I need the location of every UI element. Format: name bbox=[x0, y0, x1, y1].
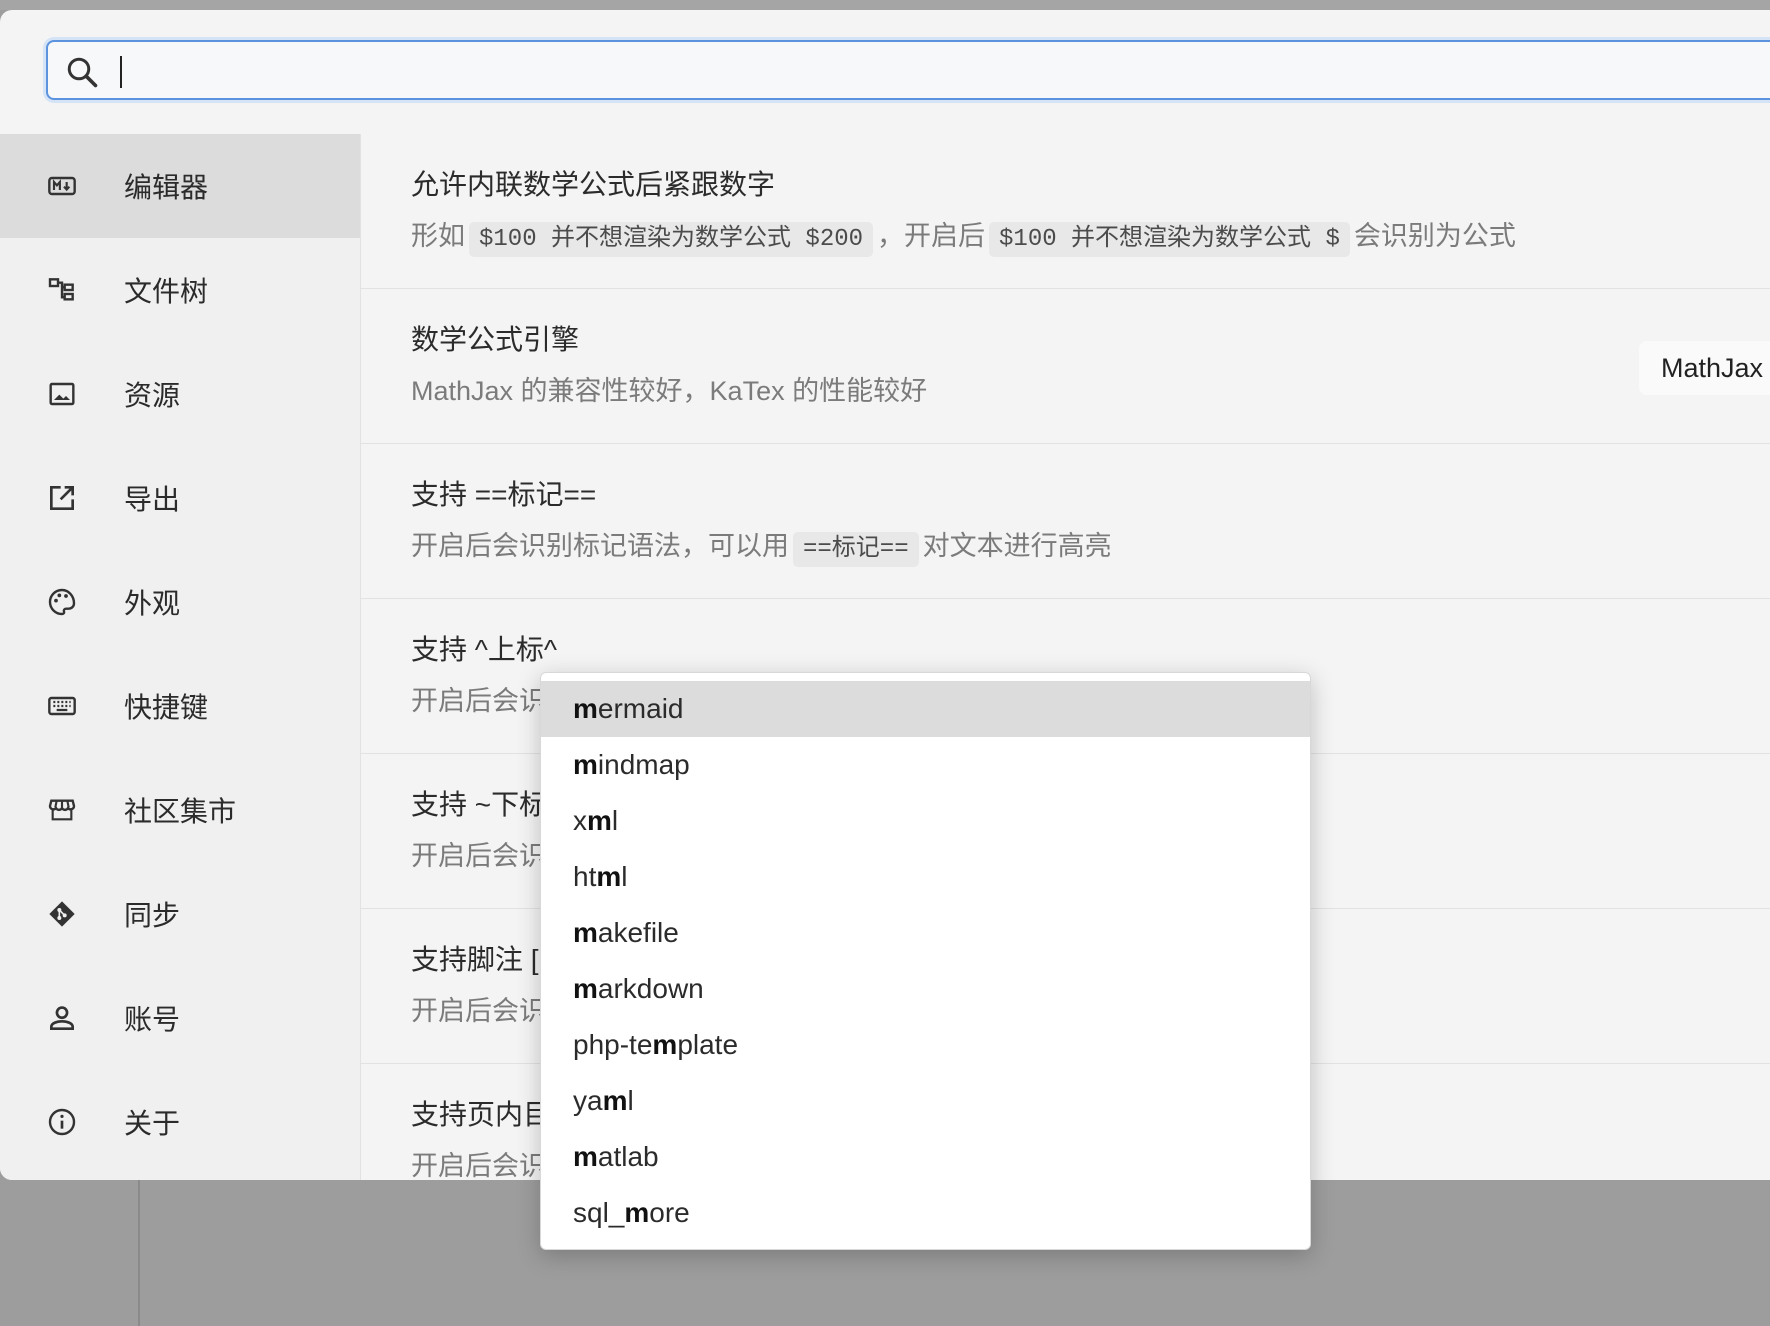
item-match: m bbox=[573, 1141, 598, 1172]
item-text: plate bbox=[677, 1029, 739, 1060]
search-input[interactable] bbox=[116, 50, 1720, 92]
sidebar-item-appearance[interactable]: 外观 bbox=[0, 550, 360, 654]
item-text: ore bbox=[649, 1197, 690, 1228]
desc-text: 会识别为公式 bbox=[1353, 221, 1516, 251]
image-icon bbox=[44, 376, 80, 412]
setting-mark: 支持 ==标记== 开启后会识别标记语法，可以用 ==标记== 对文本进行高亮 bbox=[361, 444, 1770, 599]
sidebar-item-label: 文件树 bbox=[124, 276, 209, 307]
setting-title: 允许内联数学公式后紧跟数字 bbox=[411, 169, 776, 200]
search-box[interactable] bbox=[46, 40, 1770, 100]
sidebar-item-label: 账号 bbox=[124, 1004, 181, 1035]
item-match: m bbox=[596, 861, 622, 892]
store-icon bbox=[44, 792, 80, 828]
sidebar-item-label: 导出 bbox=[124, 484, 181, 515]
setting-description: 形如 $100 并不想渲染为数学公式 $200 ，开启后 $100 并不想渲染为数学公… bbox=[411, 216, 1770, 260]
item-match: m bbox=[652, 1029, 678, 1060]
menu-item[interactable]: html bbox=[541, 849, 1310, 905]
item-match: m bbox=[573, 749, 598, 780]
item-text: akefile bbox=[597, 917, 679, 948]
item-text: l bbox=[627, 1085, 634, 1116]
sidebar: 编辑器 文件树 资源 导出 外观 快捷键 社区集市 同步 账号 关于 bbox=[0, 134, 361, 1180]
code-sample: $100 并不想渲染为数学公式 $ bbox=[989, 222, 1350, 257]
desc-text: ，开启后 bbox=[877, 221, 986, 251]
palette-icon bbox=[44, 584, 80, 620]
setting-inline-math: 允许内联数学公式后紧跟数字 形如 $100 并不想渲染为数学公式 $200 ，开启后… bbox=[361, 134, 1770, 289]
item-text: php-te bbox=[573, 1029, 653, 1060]
text-caret bbox=[120, 56, 122, 88]
item-match: m bbox=[624, 1197, 650, 1228]
sidebar-item-label: 资源 bbox=[124, 380, 181, 411]
item-text: sql_ bbox=[573, 1197, 625, 1228]
sidebar-item-label: 社区集市 bbox=[124, 796, 237, 827]
item-match: m bbox=[587, 805, 612, 836]
menu-item[interactable]: sql_more bbox=[541, 1185, 1310, 1241]
info-icon bbox=[44, 1104, 80, 1140]
setting-math-engine: 数学公式引擎 MathJax 的兼容性较好，KaTex 的性能较好 MathJa… bbox=[361, 289, 1770, 444]
setting-description: 开启后会识别标记语法，可以用 ==标记== 对文本进行高亮 bbox=[411, 526, 1770, 570]
sidebar-item-about[interactable]: 关于 bbox=[0, 1070, 360, 1174]
export-icon bbox=[44, 480, 80, 516]
setting-title: 支持 ==标记== bbox=[411, 479, 597, 510]
markdown-icon bbox=[44, 168, 80, 204]
item-text: arkdown bbox=[597, 973, 704, 1004]
sidebar-item-label: 外观 bbox=[124, 588, 181, 619]
menu-item[interactable]: matlab bbox=[541, 1129, 1310, 1185]
math-engine-select[interactable]: MathJax bbox=[1639, 341, 1770, 395]
setting-description: MathJax 的兼容性较好，KaTex 的性能较好 bbox=[411, 376, 928, 406]
menu-item[interactable]: xml bbox=[541, 793, 1310, 849]
sidebar-item-assets[interactable]: 资源 bbox=[0, 342, 360, 446]
sidebar-item-marketplace[interactable]: 社区集市 bbox=[0, 758, 360, 862]
menu-item[interactable]: makefile bbox=[541, 905, 1310, 961]
file-tree-icon bbox=[44, 272, 80, 308]
language-autocomplete-menu: mermaid mindmap xml html makefile markdo… bbox=[540, 672, 1311, 1250]
sidebar-item-editor[interactable]: 编辑器 bbox=[0, 134, 360, 238]
keyboard-icon bbox=[44, 688, 80, 724]
menu-item[interactable]: php-template bbox=[541, 1017, 1310, 1073]
item-match: m bbox=[602, 1085, 628, 1116]
sidebar-item-label: 快捷键 bbox=[124, 692, 209, 723]
item-text: x bbox=[573, 805, 587, 836]
setting-title: 支持 ^上标^ bbox=[411, 634, 558, 665]
sidebar-item-export[interactable]: 导出 bbox=[0, 446, 360, 550]
item-text: ht bbox=[573, 861, 597, 892]
item-text: l bbox=[611, 805, 619, 836]
sidebar-item-shortcuts[interactable]: 快捷键 bbox=[0, 654, 360, 758]
code-sample: ==标记== bbox=[793, 532, 919, 567]
menu-item[interactable]: mermaid bbox=[541, 681, 1310, 737]
git-icon bbox=[44, 896, 80, 932]
user-icon bbox=[44, 1000, 80, 1036]
search-icon bbox=[67, 57, 98, 88]
desc-text: 开启后会识别标记语法，可以用 bbox=[411, 531, 789, 561]
item-text: indmap bbox=[597, 749, 690, 780]
sidebar-item-label: 同步 bbox=[124, 900, 181, 931]
desc-text: 对文本进行高亮 bbox=[922, 531, 1112, 561]
desc-text: 形如 bbox=[411, 221, 465, 251]
item-text: ermaid bbox=[597, 693, 684, 724]
item-text: ya bbox=[573, 1085, 603, 1116]
backdrop-divider bbox=[138, 1180, 140, 1326]
item-text: atlab bbox=[597, 1141, 659, 1172]
menu-item[interactable]: mindmap bbox=[541, 737, 1310, 793]
item-text: l bbox=[621, 861, 628, 892]
code-sample: $100 并不想渲染为数学公式 $200 bbox=[469, 222, 874, 257]
sidebar-item-label: 编辑器 bbox=[124, 172, 209, 203]
sidebar-item-sync[interactable]: 同步 bbox=[0, 862, 360, 966]
menu-item[interactable]: yaml bbox=[541, 1073, 1310, 1129]
backdrop-top bbox=[0, 0, 1770, 10]
setting-title: 数学公式引擎 bbox=[411, 324, 580, 355]
sidebar-item-label: 关于 bbox=[124, 1108, 181, 1139]
item-match: m bbox=[573, 973, 598, 1004]
item-match: m bbox=[573, 917, 598, 948]
item-match: m bbox=[573, 693, 598, 724]
sidebar-item-filetree[interactable]: 文件树 bbox=[0, 238, 360, 342]
menu-item[interactable]: markdown bbox=[541, 961, 1310, 1017]
sidebar-item-account[interactable]: 账号 bbox=[0, 966, 360, 1070]
